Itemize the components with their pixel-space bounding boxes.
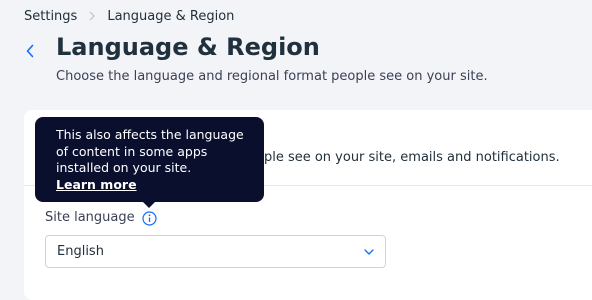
tooltip-text: This also affects the language of conten…	[56, 127, 256, 193]
info-tooltip: This also affects the language of conten…	[35, 117, 264, 208]
tooltip-arrow	[143, 202, 155, 208]
breadcrumb-current: Language & Region	[107, 8, 235, 24]
page-title: Language & Region	[56, 33, 320, 61]
chevron-right-icon	[77, 8, 107, 24]
card-description: ople see on your site, emails and notifi…	[256, 150, 560, 165]
breadcrumb: Settings Language & Region	[24, 8, 234, 24]
tooltip-line: of content in some apps	[56, 143, 208, 159]
back-button[interactable]	[20, 40, 40, 62]
select-value: English	[57, 244, 104, 259]
info-icon[interactable]	[141, 210, 158, 227]
site-language-label: Site language	[45, 210, 135, 225]
chevron-left-icon	[26, 44, 34, 58]
learn-more-link[interactable]: Learn more	[56, 177, 137, 194]
tooltip-line: installed on your site.	[56, 160, 192, 175]
site-language-select[interactable]: English	[45, 235, 386, 268]
breadcrumb-settings-link[interactable]: Settings	[24, 9, 77, 24]
page-subtitle: Choose the language and regional format …	[56, 69, 488, 84]
tooltip-line: This also affects the language	[56, 127, 244, 142]
chevron-down-icon	[363, 247, 375, 257]
